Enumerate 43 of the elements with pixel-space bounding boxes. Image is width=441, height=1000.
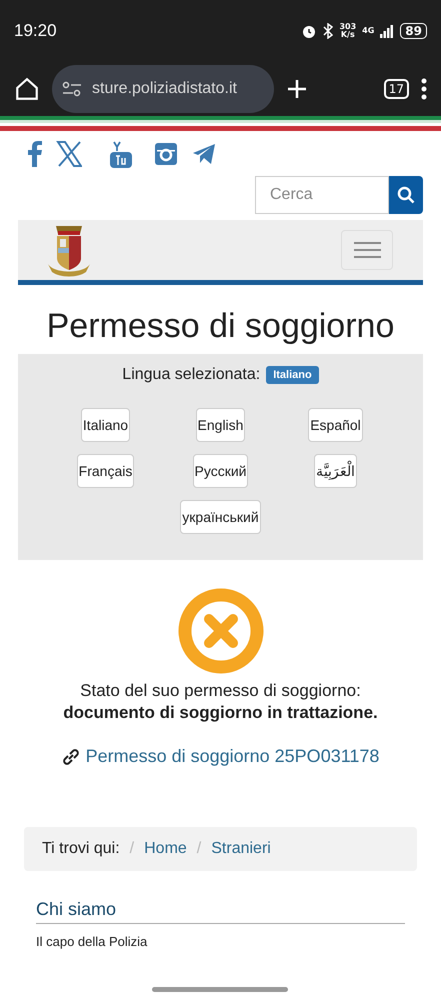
breadcrumb-separator: / (196, 840, 202, 858)
tab-switcher[interactable]: 17 (384, 79, 409, 99)
search-field[interactable]: Cerca (255, 176, 389, 214)
site-settings-icon (62, 81, 82, 97)
battery-level: 89 (400, 23, 427, 39)
search-button[interactable] (389, 176, 423, 214)
status-message: Stato del suo permesso di soggiorno: documento di soggiorno in trattazione. (63, 680, 378, 724)
alarm-icon (301, 23, 318, 39)
language-button[interactable]: український (180, 500, 261, 534)
signal-icon (380, 24, 394, 38)
bluetooth-icon (323, 23, 334, 39)
address-bar[interactable]: sture.poliziadistato.it (52, 65, 274, 113)
permit-link[interactable]: Permesso di soggiorno 25PO031178 (86, 746, 380, 767)
section-heading: Chi siamo (36, 899, 405, 924)
selected-language-badge: Italiano (266, 366, 319, 384)
language-button[interactable]: Français (76, 454, 134, 488)
facebook-icon[interactable] (28, 141, 42, 167)
breadcrumb-link[interactable]: Stranieri (211, 840, 271, 858)
clock-time: 19:20 (14, 21, 57, 41)
menu-icon[interactable] (421, 78, 427, 100)
error-icon (178, 588, 264, 674)
language-label: Lingua selezionata: (122, 366, 260, 384)
language-button[interactable]: الْعَرَبِيَّة (314, 454, 357, 488)
network-speed: 303 K/s (339, 23, 356, 39)
x-icon[interactable] (56, 141, 82, 167)
breadcrumb-label: Ti trovi qui: (42, 840, 120, 858)
breadcrumb-link[interactable]: Home (144, 840, 187, 858)
home-icon[interactable] (14, 76, 40, 102)
language-button[interactable]: Español (308, 408, 363, 442)
language-button[interactable]: Русский (192, 454, 248, 488)
search-icon (397, 186, 415, 204)
language-button[interactable]: Italiano (80, 408, 130, 442)
network-type: 4G (362, 27, 374, 35)
new-tab-icon[interactable] (286, 78, 308, 100)
menu-button[interactable] (341, 230, 393, 270)
telegram-icon[interactable] (192, 143, 216, 165)
breadcrumb-separator: / (130, 840, 134, 858)
language-button[interactable]: English (196, 408, 246, 442)
menu-link[interactable]: Il capo della Polizia (36, 934, 405, 949)
link-icon (62, 748, 80, 766)
youtube-icon[interactable] (110, 140, 132, 168)
page-title: Permesso di soggiorno (46, 307, 396, 346)
instagram-icon[interactable] (154, 142, 178, 166)
